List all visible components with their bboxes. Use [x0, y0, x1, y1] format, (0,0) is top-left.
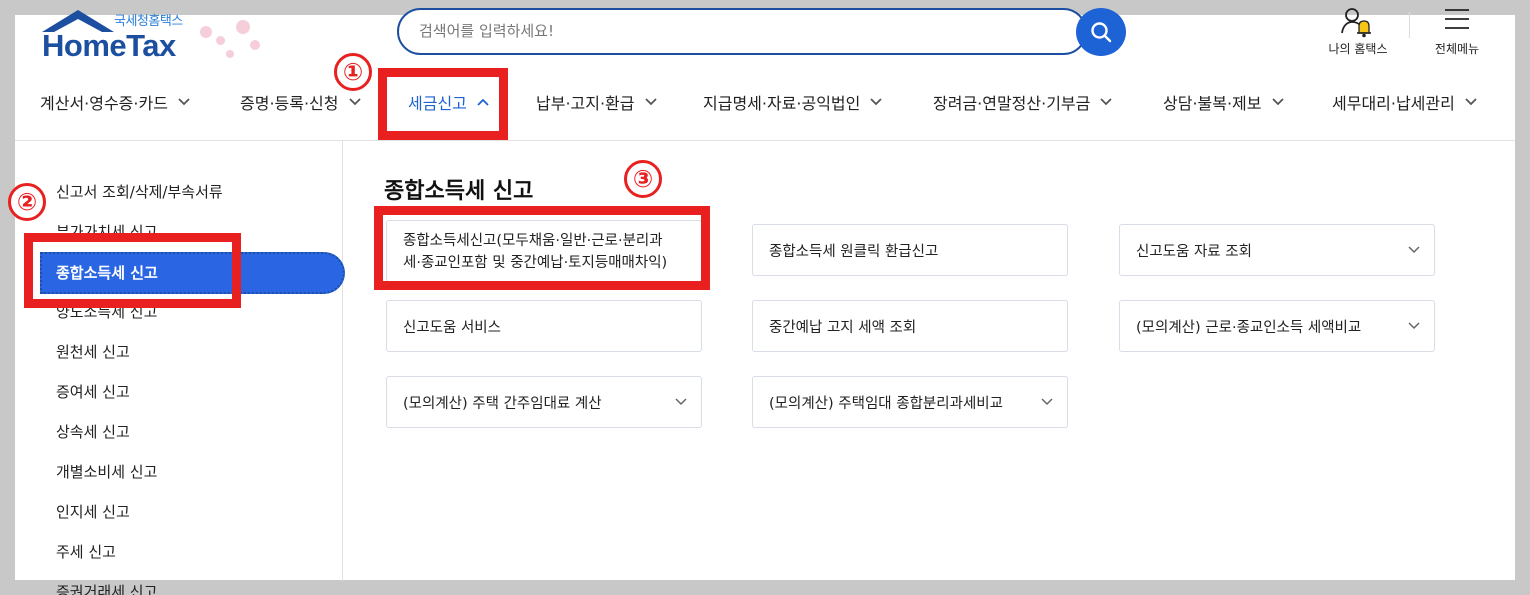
blossom-icon	[200, 26, 212, 38]
search-button[interactable]	[1076, 8, 1126, 56]
chevron-down-icon	[1408, 322, 1420, 330]
user-bell-icon	[1341, 8, 1371, 38]
nav-payment-statement[interactable]: 지급명세·자료·공익법인	[703, 90, 883, 114]
page-title: 종합소득세 신고	[384, 179, 534, 204]
annotation-number-3: ③	[624, 160, 662, 198]
annotation-number-1: ①	[334, 53, 372, 91]
sidebar-item-withholding[interactable]: 원천세 신고	[56, 341, 130, 362]
sidebar-item-report-inquiry[interactable]: 신고서 조회/삭제/부속서류	[56, 181, 223, 202]
frame-right	[1515, 0, 1530, 595]
hometax-logo[interactable]: 국세청홈택스 HomeTax	[40, 6, 280, 64]
search-input[interactable]	[419, 22, 1019, 40]
chevron-down-icon	[1465, 98, 1477, 106]
sidebar-item-excise[interactable]: 개별소비세 신고	[56, 461, 157, 482]
my-hometax-button[interactable]: 나의 홈택스	[1322, 6, 1394, 58]
sidebar-divider	[342, 141, 343, 581]
card-sim-deemed-rent[interactable]: (모의계산) 주택 간주임대료 계산	[386, 376, 702, 428]
my-hometax-label: 나의 홈택스	[1328, 42, 1388, 56]
chevron-down-icon	[1100, 98, 1113, 106]
nav-tax-agent[interactable]: 세무대리·납세관리	[1332, 90, 1477, 114]
frame-left	[0, 0, 15, 595]
nav-divider	[15, 140, 1515, 141]
chevron-down-icon	[1041, 398, 1053, 406]
chevron-down-icon	[644, 98, 657, 106]
card-one-click-refund[interactable]: 종합소득세 원클릭 환급신고	[752, 224, 1068, 276]
chevron-down-icon	[178, 98, 190, 106]
header-divider	[1409, 12, 1410, 38]
card-sim-rental-comparison[interactable]: (모의계산) 주택임대 종합분리과세비교	[752, 376, 1068, 428]
nav-certificate-registration[interactable]: 증명·등록·신청	[240, 90, 361, 114]
nav-payment-notice-refund[interactable]: 납부·고지·환급	[536, 90, 657, 114]
annotation-box-1	[378, 68, 508, 140]
annotation-box-2	[24, 233, 241, 308]
sidebar-item-gift-tax[interactable]: 증여세 신고	[56, 381, 130, 402]
logo-subtitle: 국세청홈택스	[114, 14, 183, 29]
sidebar-item-securities-tax[interactable]: 증권거래세 신고	[56, 581, 157, 595]
chevron-down-icon	[1408, 246, 1420, 254]
sidebar-item-stamp-tax[interactable]: 인지세 신고	[56, 501, 130, 522]
nav-invoice-receipt-card[interactable]: 계산서·영수증·카드	[40, 90, 190, 114]
all-menu-button[interactable]: 전체메뉴	[1426, 6, 1488, 58]
frame-bottom	[0, 580, 1530, 595]
annotation-box-3	[374, 206, 710, 290]
search-box[interactable]	[397, 8, 1087, 55]
card-filing-help-service[interactable]: 신고도움 서비스	[386, 300, 702, 352]
chevron-down-icon	[870, 98, 883, 106]
chevron-down-icon	[348, 98, 361, 106]
card-interim-tax-inquiry[interactable]: 중간예납 고지 세액 조회	[752, 300, 1068, 352]
card-filing-help-data[interactable]: 신고도움 자료 조회	[1119, 224, 1435, 276]
nav-consult-appeal-report[interactable]: 상담·불복·제보	[1163, 90, 1284, 114]
chevron-down-icon	[675, 398, 687, 406]
annotation-number-2: ②	[8, 183, 46, 221]
logo-title: HomeTax	[42, 28, 176, 63]
sidebar-item-inheritance[interactable]: 상속세 신고	[56, 421, 130, 442]
all-menu-label: 전체메뉴	[1434, 42, 1480, 56]
chevron-down-icon	[1271, 98, 1284, 106]
hamburger-menu-icon	[1445, 9, 1469, 29]
card-sim-labor-religious[interactable]: (모의계산) 근로·종교인소득 세액비교	[1119, 300, 1435, 352]
nav-incentive-year-end[interactable]: 장려금·연말정산·기부금	[933, 90, 1113, 114]
sidebar-item-liquor-tax[interactable]: 주세 신고	[56, 541, 116, 562]
search-icon	[1091, 22, 1112, 43]
